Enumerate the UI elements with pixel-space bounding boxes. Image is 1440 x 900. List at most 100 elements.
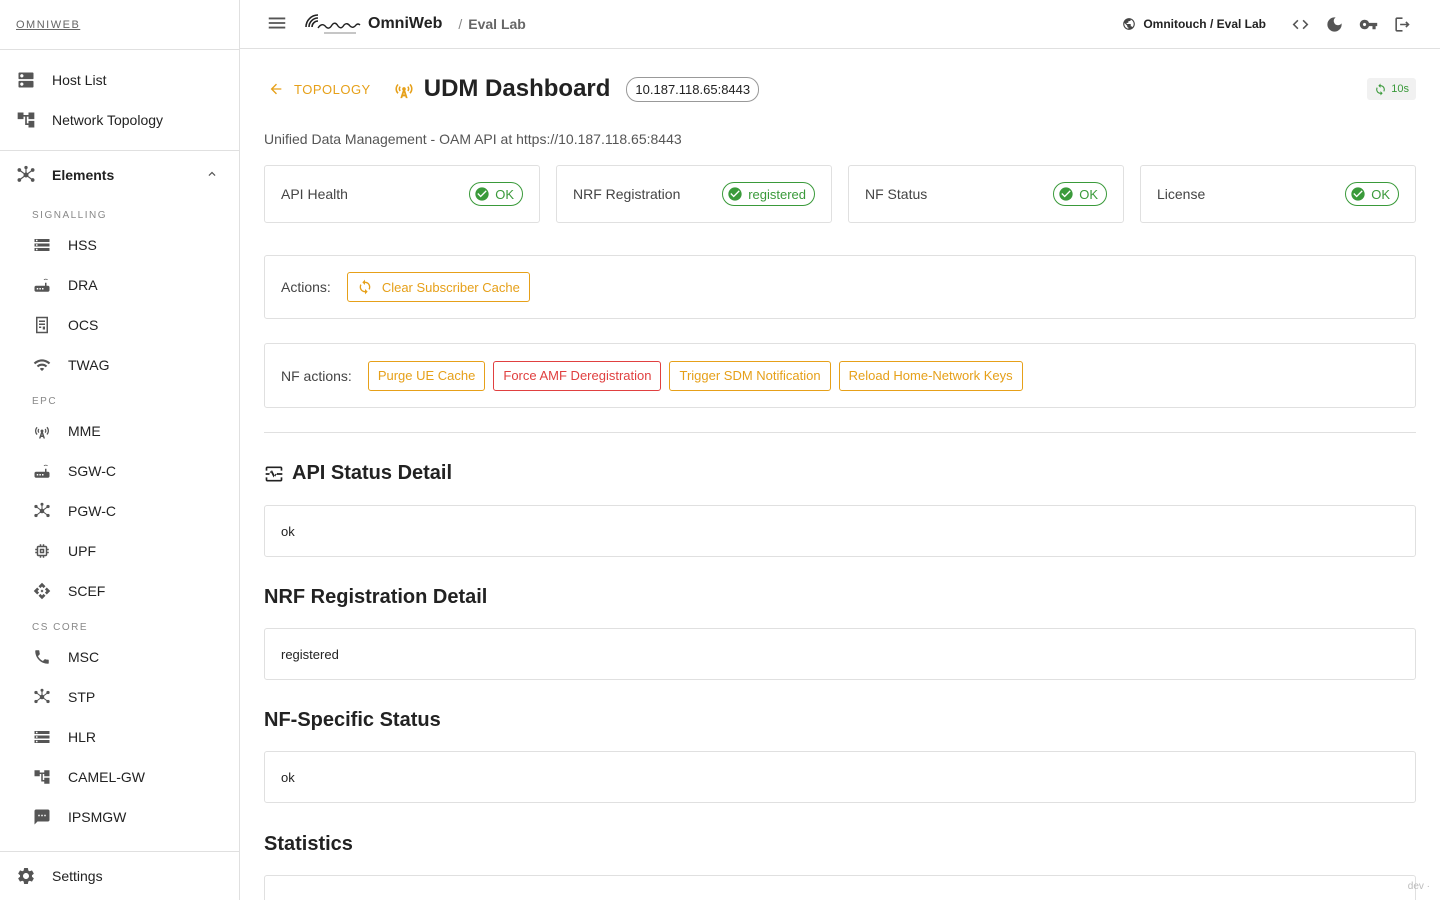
breadcrumb-separator: / xyxy=(458,16,463,32)
section-title-nrf-registration: NRF Registration Detail xyxy=(264,586,488,608)
dns-icon xyxy=(16,70,36,90)
sidebar-item-pgw-c[interactable]: PGW-C xyxy=(0,491,239,531)
sms-icon xyxy=(32,807,52,827)
tenant-label: Omnitouch / Eval Lab xyxy=(1143,17,1266,31)
sidebar-item-label: UPF xyxy=(68,543,96,559)
page-subtitle: Unified Data Management - OAM API at htt… xyxy=(264,131,682,147)
sidebar-item-label: MSC xyxy=(68,649,100,665)
sidebar-item-label: SGW-C xyxy=(68,463,116,479)
status-badge: OK xyxy=(1345,182,1399,206)
section-title-api-status: API Status Detail xyxy=(264,462,1416,485)
sidebar-item-stp[interactable]: STP xyxy=(0,677,239,717)
monitor-heart-icon xyxy=(265,466,283,481)
sidebar-item-hlr[interactable]: HLR xyxy=(0,717,239,757)
nf-actions-panel: NF actions: Purge UE Cache Force AMF Der… xyxy=(264,343,1416,408)
status-badge: registered xyxy=(722,182,815,206)
status-card-license: License OK xyxy=(1140,165,1416,223)
api-icon xyxy=(32,581,52,601)
sidebar-item-label: DRA xyxy=(68,277,98,293)
sidebar-item-msc[interactable]: MSC xyxy=(0,637,239,677)
receipt-icon xyxy=(32,315,52,335)
hub-icon xyxy=(32,687,52,707)
storage-icon xyxy=(32,235,52,255)
sidebar-item-label: PGW-C xyxy=(68,503,116,519)
phone-icon xyxy=(32,647,52,667)
auto-refresh-chip[interactable]: 10s xyxy=(1367,78,1416,100)
breadcrumb[interactable]: Eval Lab xyxy=(468,16,526,32)
status-card-nf-status: NF Status OK xyxy=(848,165,1124,223)
back-label: TOPOLOGY xyxy=(294,81,371,97)
title-row: TOPOLOGY UDM Dashboard 10.187.118.65:844… xyxy=(264,49,1416,129)
status-card-label: API Health xyxy=(281,186,348,202)
clear-subscriber-cache-button[interactable]: Clear Subscriber Cache xyxy=(346,272,530,302)
sidebar-item-ocs[interactable]: OCS xyxy=(0,305,239,345)
actions-panel: Actions: Clear Subscriber Cache xyxy=(264,255,1416,319)
back-to-topology-link[interactable]: TOPOLOGY xyxy=(268,81,371,97)
omnitouch-logo xyxy=(304,11,362,37)
nf-actions-label: NF actions: xyxy=(281,367,352,384)
logout-icon[interactable] xyxy=(1392,14,1412,34)
sidebar-item-hss[interactable]: HSS xyxy=(0,225,239,265)
sidebar-item-network-topology[interactable]: Network Topology xyxy=(0,100,239,140)
api-status-detail-box: ok xyxy=(264,505,1416,557)
status-card-label: NF Status xyxy=(865,186,928,202)
dark-mode-icon[interactable] xyxy=(1324,14,1344,34)
code-icon[interactable] xyxy=(1290,14,1310,34)
check-circle-icon xyxy=(728,187,742,201)
status-card-nrf-registration: NRF Registration registered xyxy=(556,165,832,223)
status-card-label: License xyxy=(1157,186,1206,202)
sidebar-item-label: MME xyxy=(68,423,101,439)
key-icon[interactable] xyxy=(1358,14,1378,34)
settings-label: Settings xyxy=(52,868,103,884)
storage-icon xyxy=(32,727,52,747)
hub-icon xyxy=(16,165,36,185)
force-amf-deregistration-button[interactable]: Force AMF Deregistration xyxy=(493,360,662,391)
globe-icon xyxy=(1123,18,1136,30)
section-title-nf-specific-status: NF-Specific Status xyxy=(264,709,441,731)
sidebar-item-scef[interactable]: SCEF xyxy=(0,571,239,611)
cell-tower-icon xyxy=(32,421,52,441)
group-label-signalling: SIGNALLING xyxy=(32,210,108,221)
sidebar-item-mme[interactable]: MME xyxy=(0,411,239,451)
group-label-epc: EPC xyxy=(32,396,58,407)
sidebar-item-label: CAMEL-GW xyxy=(68,769,145,785)
brand-link[interactable]: OMNIWEB xyxy=(16,19,80,31)
nav-top: Host List Network Topology xyxy=(0,50,239,151)
dev-tag: dev · xyxy=(1407,881,1430,892)
section-title-text: API Status Detail xyxy=(292,462,453,484)
sidebar-item-label: IPSMGW xyxy=(68,809,127,825)
memory-icon xyxy=(32,541,52,561)
section-title-statistics: Statistics xyxy=(264,833,353,855)
arrow-left-icon xyxy=(270,83,282,95)
status-cards: API Health OK NRF Registration registere… xyxy=(264,165,1416,223)
sidebar-item-ipsmgw[interactable]: IPSMGW xyxy=(0,797,239,837)
sidebar-item-sgw-c[interactable]: SGW-C xyxy=(0,451,239,491)
sync-icon xyxy=(359,279,371,295)
router-icon xyxy=(32,461,52,481)
sidebar-item-camel-gw[interactable]: CAMEL-GW xyxy=(0,757,239,797)
brand: OMNIWEB xyxy=(0,0,239,50)
sidebar-item-label: TWAG xyxy=(68,357,110,373)
sidebar: OMNIWEB Host List Network Topology Eleme… xyxy=(0,0,240,900)
trigger-sdm-notification-button[interactable]: Trigger SDM Notification xyxy=(669,360,831,391)
app-name[interactable]: OmniWeb xyxy=(368,15,442,33)
sidebar-item-label: Host List xyxy=(52,72,107,88)
reload-home-network-keys-button[interactable]: Reload Home-Network Keys xyxy=(838,360,1023,391)
purge-ue-cache-button[interactable]: Purge UE Cache xyxy=(367,360,486,391)
hub-icon xyxy=(32,501,52,521)
sidebar-item-settings[interactable]: Settings xyxy=(0,851,239,900)
elements-section-toggle[interactable]: Elements xyxy=(0,151,239,199)
status-badge: OK xyxy=(1053,182,1107,206)
top-bar: OmniWeb / Eval Lab Omnitouch / Eval Lab xyxy=(240,0,1440,49)
gear-icon xyxy=(16,866,36,886)
router-icon xyxy=(32,275,52,295)
menu-icon[interactable] xyxy=(266,12,290,36)
sidebar-item-dra[interactable]: DRA xyxy=(0,265,239,305)
sidebar-item-upf[interactable]: UPF xyxy=(0,531,239,571)
page-title: UDM Dashboard xyxy=(423,75,611,102)
tenant-selector[interactable]: Omnitouch / Eval Lab xyxy=(1122,17,1266,31)
cell-tower-icon xyxy=(393,78,415,100)
status-card-api-health: API Health OK xyxy=(264,165,540,223)
sidebar-item-twag[interactable]: TWAG xyxy=(0,345,239,385)
sidebar-item-host-list[interactable]: Host List xyxy=(0,60,239,100)
